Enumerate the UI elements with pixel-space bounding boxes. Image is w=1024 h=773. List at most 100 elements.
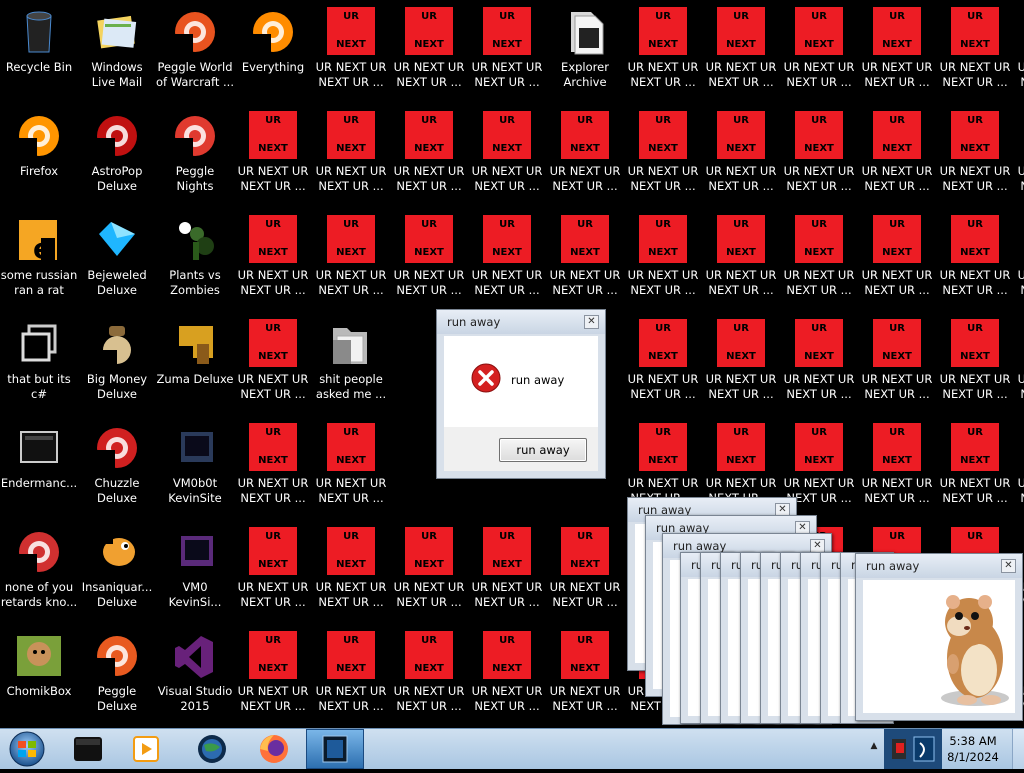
desktop-icon-ur-next[interactable]: URNEXTUR NEXT URNEXT UR ...: [468, 628, 546, 728]
desktop-icon-ur-next[interactable]: URNEXTUR NEXT URNEXT UR ...: [390, 4, 468, 108]
desktop-icon-ur-next[interactable]: URNEXTUR NEXT URNEXT UR ...: [312, 628, 390, 728]
desktop-icon-ur-next[interactable]: URNEXTUR NEXT URNEXT UR ...: [234, 628, 312, 728]
taskbar-media-player-button[interactable]: [120, 731, 172, 767]
desktop-icon-ur-next[interactable]: URNEXTUR NEXT URNEXT UR ...: [936, 420, 1014, 524]
desktop-icon-ur-next[interactable]: URNEXTUR NEXT URNEXT UR ...: [702, 108, 780, 212]
desktop-icon-ur-next[interactable]: URNEXTUR NEXT URNEXT UR ...: [390, 628, 468, 728]
desktop-icon-peggle[interactable]: Peggle Deluxe: [78, 628, 156, 728]
desktop-icon-firefox[interactable]: Firefox: [0, 108, 78, 212]
desktop-icon-ur-next[interactable]: URNEXTUR NEXT URNEXT UR ...: [546, 628, 624, 728]
desktop-icon-ur-next[interactable]: URNEXTUR NEXT URNEXT UR ...: [624, 108, 702, 212]
desktop-icon-ur-next[interactable]: URNEXTUR NEXT URNEXT UR ...: [546, 524, 624, 628]
title-bar[interactable]: run away ✕: [856, 554, 1022, 578]
desktop-icon-ur-next[interactable]: URNEXTUR NEXT URNEXT UR ...: [390, 524, 468, 628]
close-icon[interactable]: ✕: [810, 539, 825, 553]
desktop-icon-money[interactable]: Big Money Deluxe: [78, 316, 156, 420]
desktop-icon-app[interactable]: Endermanc...: [0, 420, 78, 524]
desktop-icon-ur-next[interactable]: URNEXTUR NEXT URNEXT UR ...: [234, 420, 312, 524]
desktop-icon-recycle-bin[interactable]: Recycle Bin: [0, 4, 78, 108]
desktop-icon-ur-next[interactable]: URNEXTUR NEXT URNEXT UR ...: [858, 212, 936, 316]
desktop-icon-ur-next[interactable]: URNEXTUR NEXT URNEXT UR ...: [390, 108, 468, 212]
run-away-button[interactable]: run away: [499, 438, 587, 462]
close-icon[interactable]: ✕: [1001, 559, 1016, 573]
desktop-icon-ur-next[interactable]: URNEXTUR NEXT URNEXT UR ...: [1014, 108, 1024, 212]
desktop-icon-ur-next[interactable]: URNEXTUR NEXT URNEXT UR ...: [390, 212, 468, 316]
desktop-icon-ur-next[interactable]: URNEXTUR NEXT URNEXT UR ...: [702, 316, 780, 420]
desktop-icon-chuzzle[interactable]: Chuzzle Deluxe: [78, 420, 156, 524]
desktop-icon-folder[interactable]: shit people asked me ...: [312, 316, 390, 420]
desktop-icon-ur-next[interactable]: URNEXTUR NEXT URNEXT UR ...: [936, 4, 1014, 108]
desktop-icon-ur-next[interactable]: URNEXTUR NEXT URNEXT UR ...: [468, 524, 546, 628]
desktop-icon-ur-next[interactable]: URNEXTUR NEXT URNEXT UR ...: [624, 4, 702, 108]
desktop-icon-vm[interactable]: VM0b0t KevinSite: [156, 420, 234, 524]
title-bar[interactable]: run away ✕: [437, 310, 605, 334]
desktop-icon-ur-next[interactable]: URNEXTUR NEXT URNEXT UR ...: [234, 108, 312, 212]
desktop-icon-chrome[interactable]: none of you retards kno...: [0, 524, 78, 628]
desktop-icon-ur-next[interactable]: URNEXTUR NEXT URNEXT UR ...: [936, 108, 1014, 212]
desktop-icon-ur-next[interactable]: URNEXTUR NEXT URNEXT UR ...: [234, 316, 312, 420]
desktop-icon-ur-next[interactable]: URNEXTUR NEXT URNEXT UR ...: [234, 524, 312, 628]
desktop-icon-ur-next[interactable]: URNEXTUR NEXT URNEXT UR ...: [780, 108, 858, 212]
desktop-icon-ur-next[interactable]: URNEXTUR NEXT URNEXT UR ...: [312, 524, 390, 628]
desktop-icon-ur-next[interactable]: URNEXTUR NEXT URNEXT UR ...: [312, 212, 390, 316]
label-line-2: NEXT UR ...: [1014, 387, 1024, 402]
ur-icon-bottom-text: NEXT: [804, 247, 834, 258]
desktop-icon-ur-next[interactable]: URNEXTUR NEXT URNEXT UR ...: [468, 4, 546, 108]
desktop-icon-ur-next[interactable]: URNEXTUR NEXT URNEXT UR ...: [1014, 4, 1024, 108]
desktop-icon-astropop[interactable]: AstroPop Deluxe: [78, 108, 156, 212]
taskbar-firefox-button[interactable]: [248, 731, 300, 767]
desktop-icon-shortcut[interactable]: that but its c#: [0, 316, 78, 420]
desktop-icon-ur-next[interactable]: URNEXTUR NEXT URNEXT UR ...: [780, 212, 858, 316]
tray-app-button[interactable]: [884, 729, 942, 769]
desktop-icon-ur-next[interactable]: URNEXTUR NEXT URNEXT UR ...: [858, 4, 936, 108]
desktop-icon-ur-next[interactable]: URNEXTUR NEXT URNEXT UR ...: [312, 4, 390, 108]
desktop-icon-file[interactable]: e some russian ran a rat: [0, 212, 78, 316]
desktop-icon-vm[interactable]: VM0 KevinSi...: [156, 524, 234, 628]
run-away-dialog[interactable]: run away ✕ run away run away: [436, 309, 606, 479]
clock[interactable]: 5:38 AM 8/1/2024: [944, 733, 1002, 765]
desktop-icon-gem[interactable]: Bejeweled Deluxe: [78, 212, 156, 316]
close-icon[interactable]: ✕: [584, 315, 599, 329]
taskbar-terminal-button[interactable]: [62, 731, 114, 767]
desktop-icon-zuma[interactable]: Zuma Deluxe: [156, 316, 234, 420]
show-desktop-button[interactable]: [1012, 729, 1024, 769]
desktop-icon-ur-next[interactable]: URNEXTUR NEXT URNEXT UR ...: [936, 316, 1014, 420]
ur-next-icon: UR NEXT: [795, 215, 843, 263]
desktop-icon-ur-next[interactable]: URNEXTUR NEXT URNEXT UR ...: [312, 108, 390, 212]
desktop-icon-mail[interactable]: Windows Live Mail: [78, 4, 156, 108]
desktop-icon-ur-next[interactable]: URNEXTUR NEXT URNEXT UR ...: [1014, 316, 1024, 420]
ur-next-icon: UR NEXT: [327, 111, 375, 159]
desktop-icon-ur-next[interactable]: URNEXTUR NEXT URNEXT UR ...: [702, 4, 780, 108]
desktop-icon-ur-next[interactable]: URNEXTUR NEXT URNEXT UR ...: [780, 316, 858, 420]
desktop-icon-ur-next[interactable]: URNEXTUR NEXT URNEXT UR ...: [624, 316, 702, 420]
desktop-icon-ur-next[interactable]: URNEXTUR NEXT URNEXT UR ...: [1014, 212, 1024, 316]
taskbar-window-switcher-button[interactable]: [306, 729, 364, 769]
desktop-icon-visual-studio[interactable]: Visual Studio 2015: [156, 628, 234, 728]
desktop-icon-plant[interactable]: Plants vs Zombies: [156, 212, 234, 316]
desktop-icon-ur-next[interactable]: URNEXTUR NEXT URNEXT UR ...: [312, 420, 390, 524]
desktop-icon-hamster[interactable]: ChomikBox: [0, 628, 78, 728]
run-away-hamster-window[interactable]: run away ✕: [855, 553, 1023, 721]
desktop-icon-ur-next[interactable]: URNEXTUR NEXT URNEXT UR ...: [624, 212, 702, 316]
start-button[interactable]: [6, 730, 48, 768]
desktop-icon-ur-next[interactable]: URNEXTUR NEXT URNEXT UR ...: [858, 420, 936, 524]
desktop-icon-ur-next[interactable]: URNEXTUR NEXT URNEXT UR ...: [936, 212, 1014, 316]
desktop-icon-ur-next[interactable]: URNEXTUR NEXT URNEXT UR ...: [468, 108, 546, 212]
taskbar-globe-button[interactable]: [186, 731, 238, 767]
desktop-icon-ur-next[interactable]: URNEXTUR NEXT URNEXT UR ...: [858, 108, 936, 212]
desktop-icon-peggle-wow[interactable]: Peggle World of Warcraft ...: [156, 4, 234, 108]
desktop-icon-ur-next[interactable]: URNEXTUR NEXT URNEXT UR ...: [468, 212, 546, 316]
desktop-icon-peggle-nights[interactable]: Peggle Nights Deluxe: [156, 108, 234, 212]
desktop-icon-ur-next[interactable]: URNEXTUR NEXT URNEXT UR ...: [1014, 420, 1024, 524]
desktop-icon-ur-next[interactable]: URNEXTUR NEXT URNEXT UR ...: [702, 212, 780, 316]
desktop-icon-ur-next[interactable]: URNEXTUR NEXT URNEXT UR ...: [546, 212, 624, 316]
desktop-icon-ur-next[interactable]: URNEXTUR NEXT URNEXT UR ...: [780, 4, 858, 108]
tray-show-hidden-button[interactable]: ▲: [868, 741, 880, 755]
desktop-icon-ur-next[interactable]: URNEXTUR NEXT URNEXT UR ...: [858, 316, 936, 420]
desktop-icon-fish[interactable]: Insaniquar... Deluxe: [78, 524, 156, 628]
desktop-icon-ur-next[interactable]: URNEXTUR NEXT URNEXT UR ...: [234, 212, 312, 316]
desktop-icon-explorer[interactable]: Explorer Archive: [546, 4, 624, 108]
desktop-icon-search[interactable]: Everything: [234, 4, 312, 108]
globe-icon: [198, 735, 226, 763]
desktop-icon-ur-next[interactable]: URNEXTUR NEXT URNEXT UR ...: [546, 108, 624, 212]
